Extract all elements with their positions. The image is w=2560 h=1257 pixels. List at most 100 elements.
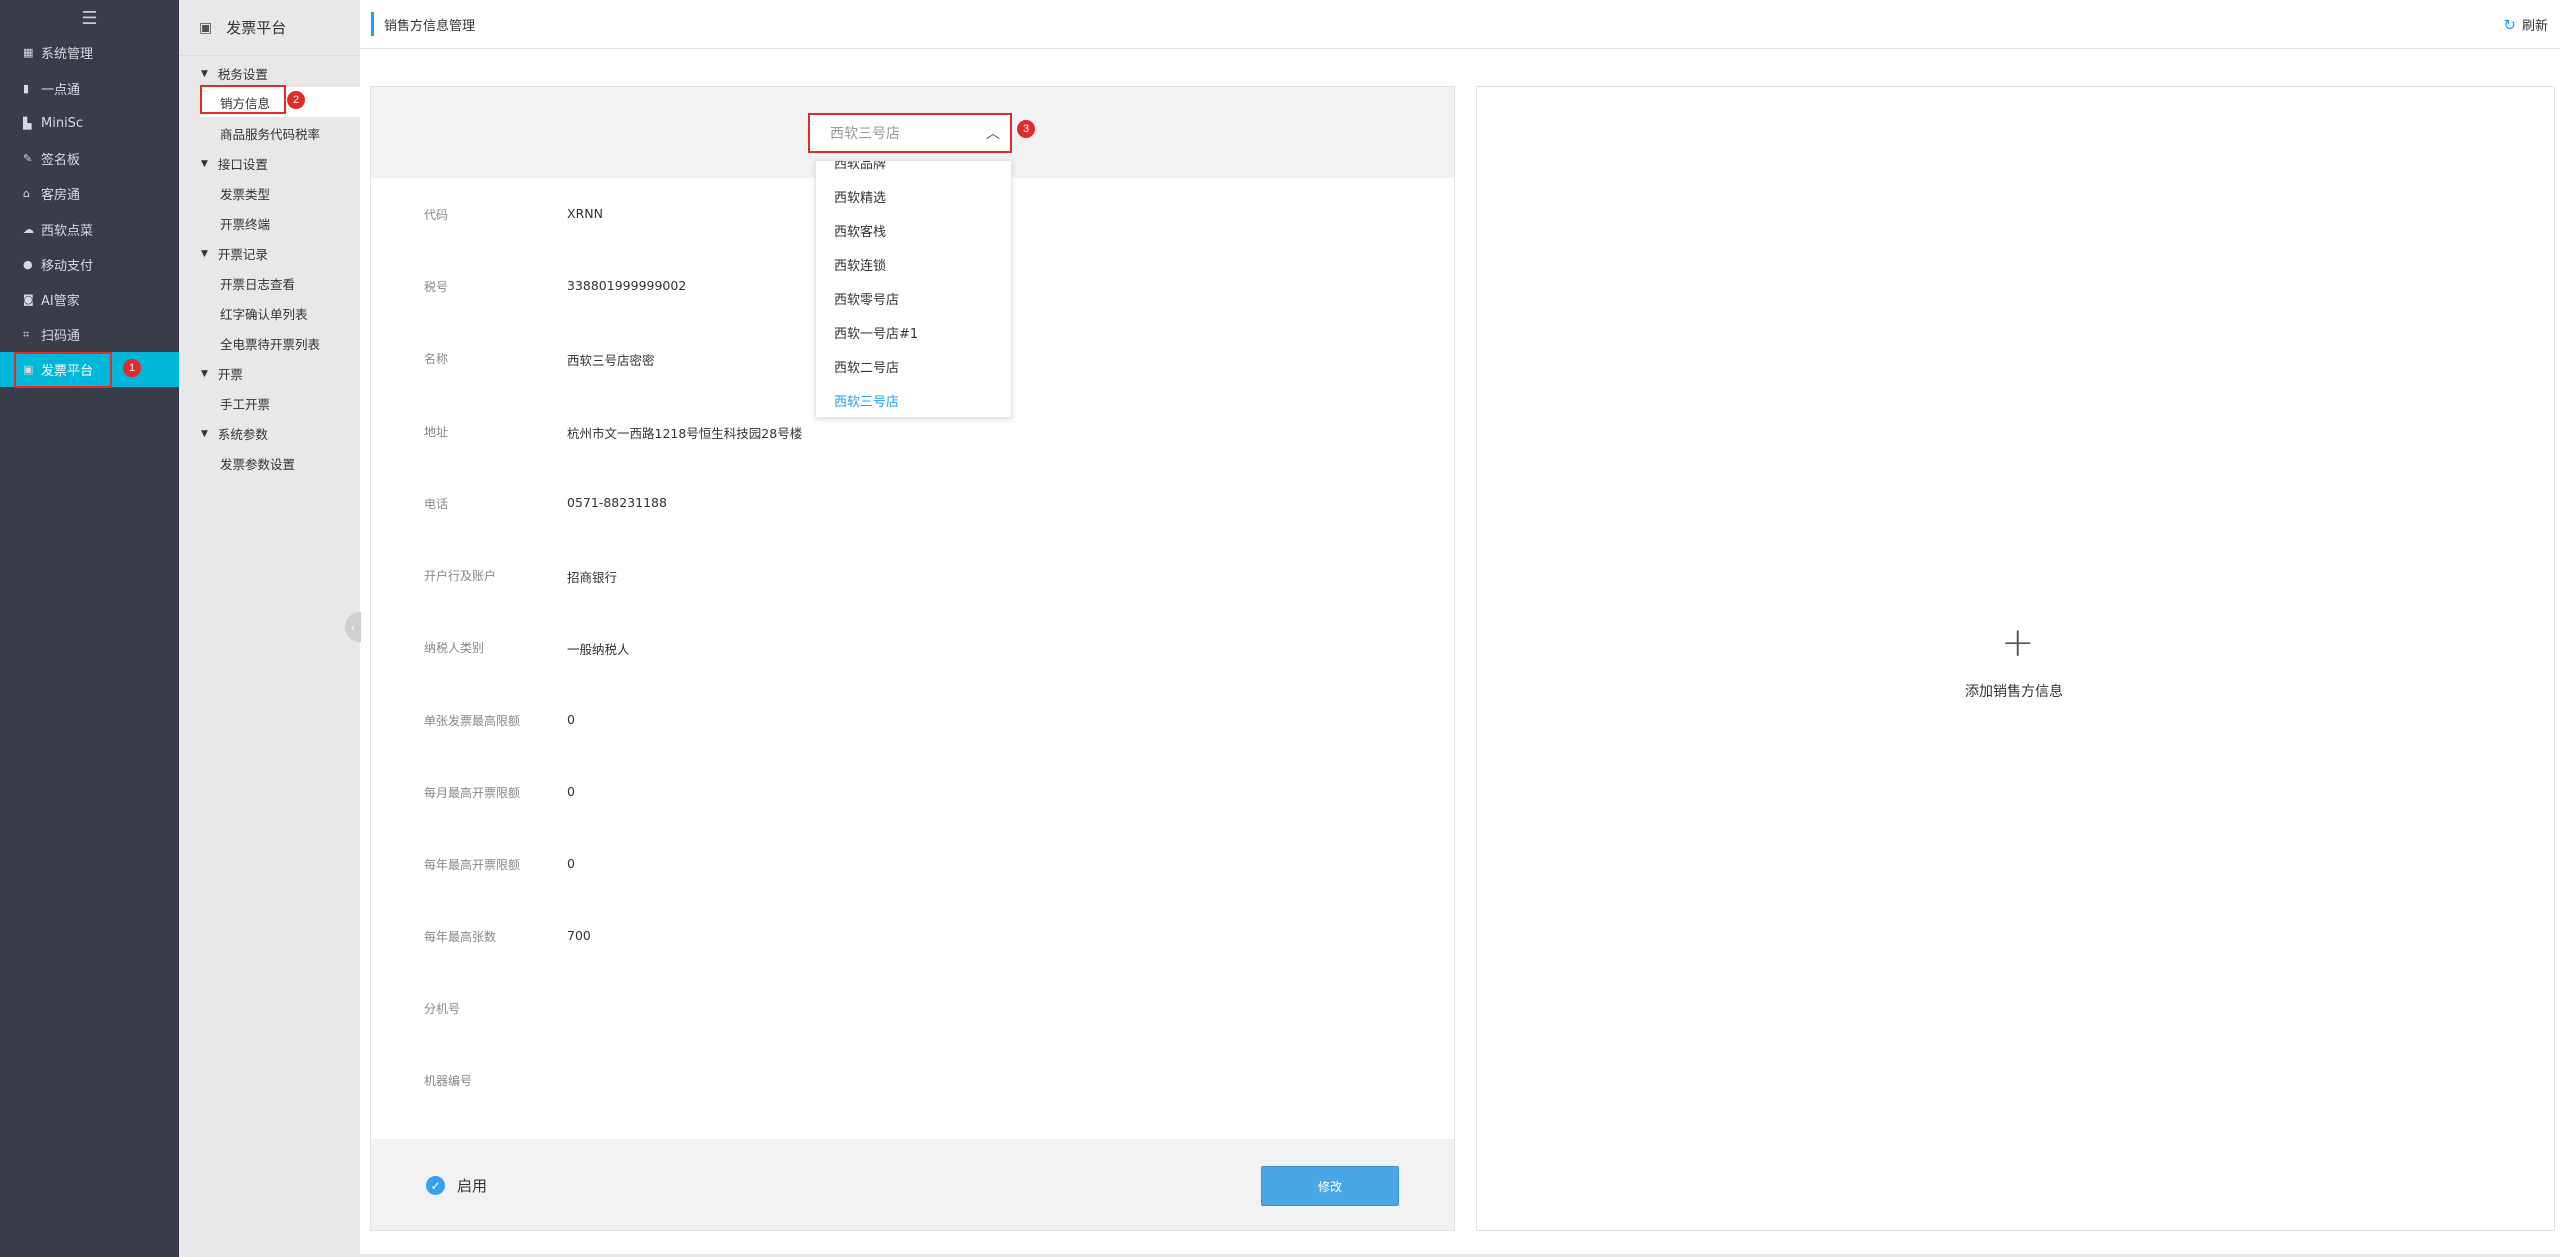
- nav-item-order[interactable]: ☁ 西软点菜: [0, 212, 179, 247]
- chart-icon: ▙: [23, 117, 32, 130]
- field-value-yearly-count: 700: [567, 928, 591, 943]
- group-system-params[interactable]: ▼ 系统参数: [201, 424, 268, 443]
- field-label-extension: 分机号: [424, 1002, 461, 1016]
- field-value-address: 杭州市文一西路1218号恒生科技园28号楼: [567, 426, 803, 441]
- menu-invoice-log[interactable]: 开票日志查看: [220, 274, 295, 293]
- plus-icon: +: [2001, 620, 2035, 666]
- sub-menu: ▣ 发票平台 ▼ 税务设置 销方信息 商品服务代码税率 ▼ 接口设置 发票类型 开票终…: [179, 0, 360, 1257]
- group-tax-settings[interactable]: ▼ 税务设置: [201, 64, 268, 83]
- group-label: 接口设置: [217, 157, 268, 172]
- nav-item-label: 客房通: [41, 188, 81, 203]
- annotation-box-2: [200, 85, 286, 114]
- field-value-taxpayer-type: 一般纳税人: [567, 642, 630, 657]
- submenu-title: ▣ 发票平台: [179, 0, 360, 56]
- menu-red-confirm-list[interactable]: 红字确认单列表: [220, 304, 308, 323]
- nav-item-label: 西软点菜: [41, 224, 94, 239]
- caret-down-icon: ▼: [201, 248, 208, 259]
- field-label-monthly-limit: 每月最高开票限额: [424, 786, 521, 800]
- field-label-tax-no: 税号: [424, 280, 449, 294]
- cloud-icon: ☁: [23, 223, 34, 236]
- refresh-button[interactable]: ↻ 刷新: [2503, 15, 2548, 35]
- group-label: 系统参数: [217, 427, 268, 442]
- nav-item-label: 移动支付: [41, 259, 94, 274]
- store-select-value: 西软三号店: [830, 126, 900, 142]
- annotation-box-1: [14, 352, 112, 388]
- field-value-single-limit: 0: [567, 712, 575, 727]
- field-value-phone: 0571-88231188: [567, 495, 667, 510]
- nav-item-label: 一点通: [41, 83, 81, 98]
- field-label-machine-no: 机器编号: [424, 1074, 473, 1088]
- scan-icon: ⌗: [23, 327, 30, 341]
- robot-icon: ◙: [23, 293, 34, 306]
- annotation-badge-1: 1: [123, 359, 141, 377]
- nav-item-signpad[interactable]: ✎ 签名板: [0, 141, 179, 176]
- field-label-single-limit: 单张发票最高限额: [424, 714, 521, 728]
- nav-item-minisc[interactable]: ▙ MiniSc: [0, 106, 179, 141]
- nav-item-room[interactable]: ⌂ 客房通: [0, 176, 179, 211]
- menu-pending-list[interactable]: 全电票待开票列表: [220, 334, 320, 353]
- menu-terminal[interactable]: 开票终端: [220, 214, 270, 233]
- refresh-icon: ↻: [2503, 15, 2516, 34]
- nav-item-label: 签名板: [41, 153, 81, 168]
- nav-item-label: 扫码通: [41, 329, 81, 344]
- dropdown-option[interactable]: 西软连锁: [834, 255, 886, 274]
- nav-item-system[interactable]: ▦ 系统管理: [0, 35, 179, 70]
- main-nav: ☰ ▦ 系统管理 ▮ 一点通 ▙ MiniSc ✎ 签名板 ⌂ 客房通 ☁ 西软点菜 ● 移动…: [0, 0, 179, 1257]
- nav-item-label: MiniSc: [41, 116, 84, 131]
- dropdown-option[interactable]: 西软精选: [834, 187, 886, 206]
- store-dropdown: 西软品牌 西软精选 西软客栈 西软连锁 西软零号店 西软一号店#1 西软二号店 …: [815, 160, 1012, 418]
- dropdown-option[interactable]: 西软品牌: [834, 161, 886, 172]
- field-label-name: 名称: [424, 352, 449, 366]
- chevron-up-icon: ︿: [986, 126, 1000, 142]
- menu-manual-invoice[interactable]: 手工开票: [220, 394, 270, 413]
- field-label-address: 地址: [424, 425, 449, 439]
- dropdown-option-selected[interactable]: 西软三号店: [834, 391, 899, 410]
- nav-item-pay[interactable]: ● 移动支付: [0, 247, 179, 282]
- field-label-code: 代码: [424, 208, 449, 222]
- hamburger-icon[interactable]: ☰: [0, 0, 179, 36]
- pay-icon: ●: [23, 258, 33, 271]
- caret-down-icon: ▼: [201, 68, 208, 79]
- field-value-tax-no: 338801999999002: [567, 278, 687, 293]
- nav-item-label: AI管家: [41, 294, 80, 309]
- dropdown-option[interactable]: 西软客栈: [834, 221, 886, 240]
- group-invoice-records[interactable]: ▼ 开票记录: [201, 244, 268, 263]
- card-footer: ✓ 启用 修改: [371, 1139, 1454, 1230]
- dropdown-option[interactable]: 西软二号店: [834, 357, 899, 376]
- field-value-monthly-limit: 0: [567, 784, 575, 799]
- dropdown-option[interactable]: 西软一号店#1: [834, 323, 918, 342]
- edit-button[interactable]: 修改: [1261, 1166, 1399, 1206]
- nav-item-label: 系统管理: [41, 47, 94, 62]
- menu-goods-tax-code[interactable]: 商品服务代码税率: [220, 124, 320, 143]
- field-label-yearly-limit: 每年最高开票限额: [424, 858, 521, 872]
- nav-item-ai[interactable]: ◙ AI管家: [0, 282, 179, 317]
- submenu-title-label: 发票平台: [226, 19, 287, 37]
- enable-checkbox[interactable]: ✓ 启用: [426, 1175, 487, 1196]
- caret-down-icon: ▼: [201, 428, 208, 439]
- bar-chart-icon: ▮: [23, 82, 30, 95]
- page-header: 销售方信息管理 ↻ 刷新: [360, 0, 2560, 49]
- home-icon: ⌂: [23, 187, 30, 200]
- field-label-yearly-count: 每年最高张数: [424, 930, 497, 944]
- nav-item-yidiantong[interactable]: ▮ 一点通: [0, 71, 179, 106]
- field-label-bank: 开户行及账户: [424, 569, 497, 583]
- nav-item-scan[interactable]: ⌗ 扫码通: [0, 317, 179, 352]
- group-label: 开票记录: [217, 247, 268, 262]
- group-label: 税务设置: [217, 67, 268, 82]
- store-select[interactable]: 西软三号店 ︿: [808, 113, 1012, 153]
- dropdown-option[interactable]: 西软零号店: [834, 289, 899, 308]
- enable-label: 启用: [457, 1177, 488, 1195]
- page-title: 销售方信息管理: [384, 19, 476, 34]
- group-invoicing[interactable]: ▼ 开票: [201, 364, 243, 383]
- group-interface-settings[interactable]: ▼ 接口设置: [201, 154, 268, 173]
- group-label: 开票: [217, 367, 243, 382]
- menu-invoice-type[interactable]: 发票类型: [220, 184, 270, 203]
- menu-invoice-params[interactable]: 发票参数设置: [220, 454, 295, 473]
- caret-down-icon: ▼: [201, 158, 208, 169]
- grid-icon: ▦: [23, 46, 34, 59]
- check-icon: ✓: [426, 1176, 445, 1195]
- field-value-code: XRNN: [567, 206, 603, 221]
- field-label-taxpayer-type: 纳税人类别: [424, 641, 485, 655]
- field-label-phone: 电话: [424, 497, 449, 511]
- add-seller-card[interactable]: + 添加销售方信息: [1476, 86, 2555, 1231]
